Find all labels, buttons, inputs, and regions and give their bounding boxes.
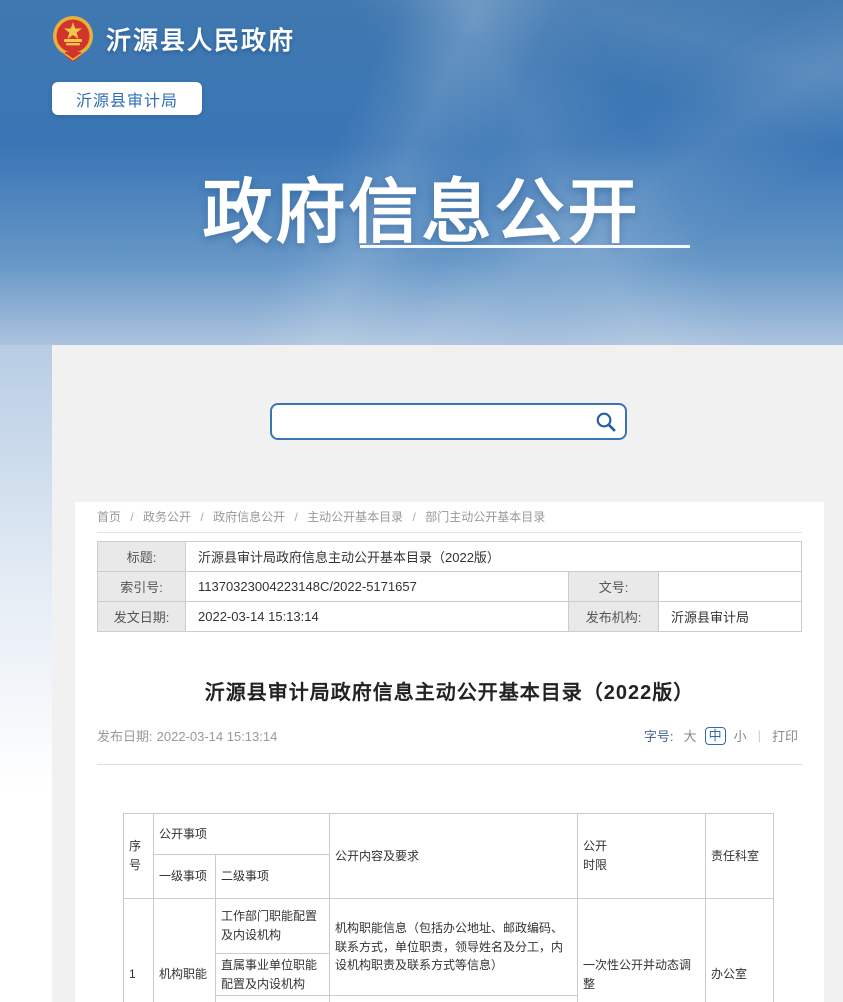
meta-issue-date-value: 2022-03-14 15:13:14 [186, 602, 569, 632]
table-row: 发文日期: 2022-03-14 15:13:14 发布机构: 沂源县审计局 [98, 602, 802, 632]
page: 沂源县人民政府 沂源县审计局 政府信息公开 首页 / 政务公开 / 政府信息公开 [0, 0, 843, 1002]
department-badge[interactable]: 沂源县审计局 [52, 82, 202, 115]
meta-issuing-org-value: 沂源县审计局 [659, 602, 802, 632]
cell-level2: 工作部门职能配置及内设机构 [216, 899, 330, 954]
col-header-content: 公开内容及要求 [330, 814, 578, 899]
publish-date: 发布日期: 2022-03-14 15:13:14 [97, 726, 281, 745]
publish-date-value: 2022-03-14 15:13:14 [157, 729, 278, 744]
vertical-divider: | [758, 728, 761, 743]
breadcrumb-link-catalog[interactable]: 主动公开基本目录 [307, 510, 403, 524]
meta-title-value: 沂源县审计局政府信息主动公开基本目录（2022版） [186, 542, 802, 572]
breadcrumb-current: 部门主动公开基本目录 [425, 510, 545, 524]
catalog-table: 序号 公开事项 公开内容及要求 公开 时限 责任科室 一级事项 二级事项 1 机… [123, 813, 774, 1002]
publish-date-label: 发布日期: [97, 729, 153, 744]
cell-content: 职责任务清单 [330, 996, 578, 1002]
site-logo-link[interactable]: 沂源县人民政府 [52, 14, 295, 64]
cell-time-limit: 一次性公开并动态调整 [578, 899, 706, 1002]
table-header-row: 序号 公开事项 公开内容及要求 公开 时限 责任科室 [124, 814, 774, 855]
article-card: 首页 / 政务公开 / 政府信息公开 / 主动公开基本目录 / 部门主动公开基本… [75, 502, 824, 1002]
cell-level2: 职责任务清单 [216, 996, 330, 1002]
meta-doc-number-value [659, 572, 802, 602]
meta-doc-number-label: 文号: [569, 572, 659, 602]
col-header-public-matters: 公开事项 [154, 814, 330, 855]
col-header-level1: 一级事项 [154, 855, 216, 899]
divider [97, 532, 802, 533]
font-size-label: 字号: [644, 726, 674, 745]
cell-content: 机构职能信息（包括办公地址、邮政编码、联系方式，单位职责，领导姓名及分工，内设机… [330, 899, 578, 996]
cell-department: 办公室 [706, 899, 774, 1002]
breadcrumb-separator: / [413, 510, 416, 524]
meta-index-label: 索引号: [98, 572, 186, 602]
cell-level1: 机构职能 [154, 899, 216, 1002]
col-header-level2: 二级事项 [216, 855, 330, 899]
print-button[interactable]: 打印 [772, 726, 798, 745]
document-meta-table: 标题: 沂源县审计局政府信息主动公开基本目录（2022版） 索引号: 11370… [97, 541, 802, 632]
search-button[interactable] [594, 410, 625, 433]
table-row: 标题: 沂源县审计局政府信息主动公开基本目录（2022版） [98, 542, 802, 572]
meta-title-label: 标题: [98, 542, 186, 572]
breadcrumb-separator: / [294, 510, 297, 524]
search-icon [594, 410, 617, 433]
article-meta-row: 发布日期: 2022-03-14 15:13:14 字号: 大 中 小 | 打印 [97, 726, 802, 745]
col-header-time-limit: 公开 时限 [578, 814, 706, 899]
breadcrumb-link-info-disclosure[interactable]: 政府信息公开 [213, 510, 285, 524]
divider [97, 764, 802, 765]
page-title: 沂源县审计局政府信息主动公开基本目录（2022版） [97, 676, 802, 705]
national-emblem-icon [52, 14, 94, 64]
breadcrumb-separator: / [200, 510, 203, 524]
banner: 沂源县人民政府 沂源县审计局 政府信息公开 [0, 0, 843, 345]
cell-level2: 直属事业单位职能配置及内设机构 [216, 954, 330, 996]
font-size-large-button[interactable]: 大 [684, 726, 697, 745]
meta-index-value: 11370323004223148C/2022-5171657 [186, 572, 569, 602]
col-header-department: 责任科室 [706, 814, 774, 899]
page-background-strip [0, 345, 52, 1002]
search-input[interactable] [272, 405, 594, 438]
col-header-seq: 序号 [124, 814, 154, 899]
table-row: 1 机构职能 工作部门职能配置及内设机构 机构职能信息（包括办公地址、邮政编码、… [124, 899, 774, 954]
breadcrumb-link-government-affairs[interactable]: 政务公开 [143, 510, 191, 524]
breadcrumb: 首页 / 政务公开 / 政府信息公开 / 主动公开基本目录 / 部门主动公开基本… [97, 509, 802, 525]
font-size-medium-button[interactable]: 中 [705, 727, 726, 745]
banner-title-underline [360, 245, 690, 248]
site-title: 沂源县人民政府 [106, 21, 295, 57]
meta-issuing-org-label: 发布机构: [569, 602, 659, 632]
font-size-small-button[interactable]: 小 [734, 726, 747, 745]
search-box [270, 403, 627, 440]
banner-title: 政府信息公开 [0, 156, 843, 257]
table-row: 索引号: 11370323004223148C/2022-5171657 文号: [98, 572, 802, 602]
font-size-controls: 字号: 大 中 小 | 打印 [644, 726, 802, 745]
breadcrumb-link-home[interactable]: 首页 [97, 510, 121, 524]
content-panel: 首页 / 政务公开 / 政府信息公开 / 主动公开基本目录 / 部门主动公开基本… [52, 345, 843, 1002]
meta-issue-date-label: 发文日期: [98, 602, 186, 632]
cell-seq: 1 [124, 899, 154, 1002]
breadcrumb-separator: / [130, 510, 133, 524]
